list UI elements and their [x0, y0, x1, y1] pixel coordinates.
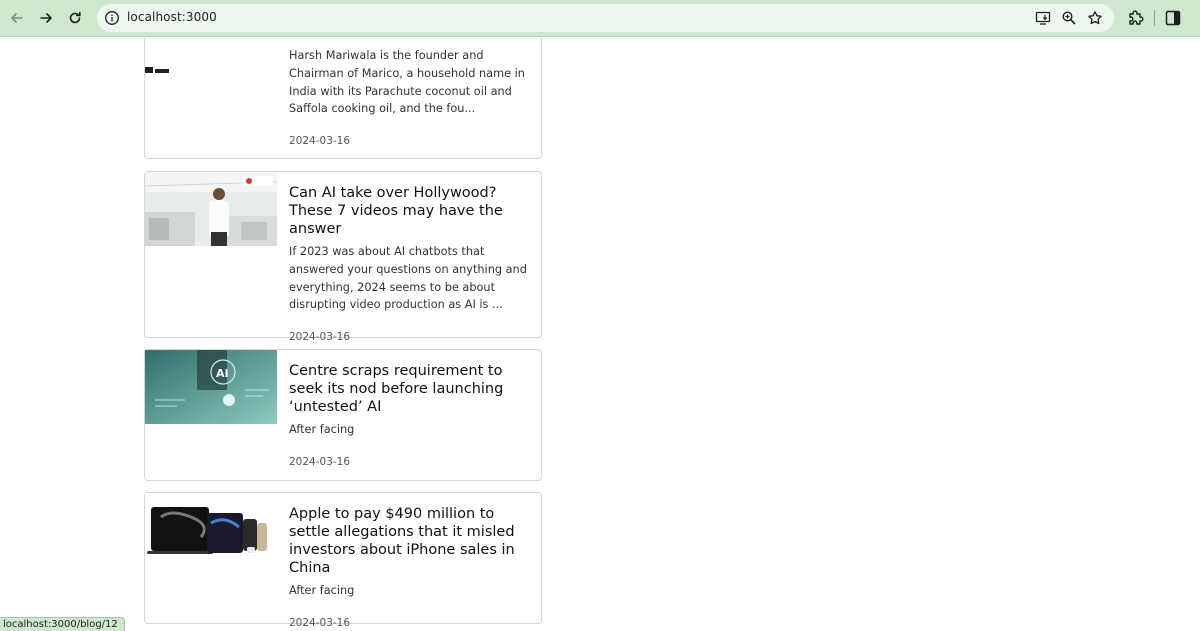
blog-card[interactable]: Harsh Mariwala is the founder and Chairm…: [144, 38, 542, 159]
blog-thumbnail: [145, 172, 277, 246]
reload-icon: [69, 11, 81, 24]
blog-card[interactable]: AI Centre scraps requirement to seek its…: [144, 349, 542, 481]
star-icon[interactable]: [1087, 10, 1103, 26]
browser-toolbar: localhost:3000: [0, 0, 1200, 37]
info-icon[interactable]: [104, 10, 120, 26]
puzzle-icon[interactable]: [1127, 9, 1145, 27]
blog-date: 2024-03-16: [289, 455, 351, 468]
arrow-right-icon: [40, 13, 52, 23]
arrow-left-icon: [11, 13, 23, 23]
blog-date: 2024-03-16: [289, 616, 351, 629]
address-bar[interactable]: localhost:3000: [97, 4, 1114, 32]
ai-image-label: AI: [216, 367, 229, 380]
blog-excerpt: After facing: [289, 584, 355, 597]
blog-thumbnail: [145, 493, 277, 567]
blog-excerpt: If 2023 was about AI chatbots that answe…: [289, 245, 527, 312]
blog-date: 2024-03-16: [289, 331, 351, 344]
reload-button[interactable]: [63, 6, 87, 30]
blog-card[interactable]: Can AI take over Hollywood? These 7 vide…: [144, 171, 542, 343]
back-button[interactable]: [5, 6, 29, 30]
blog-thumbnail: [145, 38, 277, 73]
blog-thumbnail: AI: [145, 350, 277, 424]
side-panel-icon[interactable]: [1164, 9, 1182, 27]
forward-button[interactable]: [34, 6, 58, 30]
blog-title[interactable]: Centre scraps requirement to seek its no…: [289, 362, 531, 416]
zoom-icon[interactable]: [1061, 10, 1077, 26]
blog-date: 2024-03-16: [289, 135, 351, 148]
page-viewport: Harsh Mariwala is the founder and Chairm…: [0, 38, 1200, 631]
url-text[interactable]: localhost:3000: [127, 10, 217, 24]
blog-title[interactable]: Can AI take over Hollywood? These 7 vide…: [289, 184, 531, 238]
toolbar-separator: [1154, 10, 1155, 26]
blog-title[interactable]: Apple to pay $490 million to settle alle…: [289, 505, 531, 577]
blog-card[interactable]: Apple to pay $490 million to settle alle…: [144, 492, 542, 629]
install-app-icon[interactable]: [1035, 10, 1051, 26]
status-bar-link-preview: localhost:3000/blog/12: [0, 617, 125, 631]
blog-excerpt: After facing: [289, 423, 355, 436]
blog-excerpt: Harsh Mariwala is the founder and Chairm…: [289, 49, 525, 116]
